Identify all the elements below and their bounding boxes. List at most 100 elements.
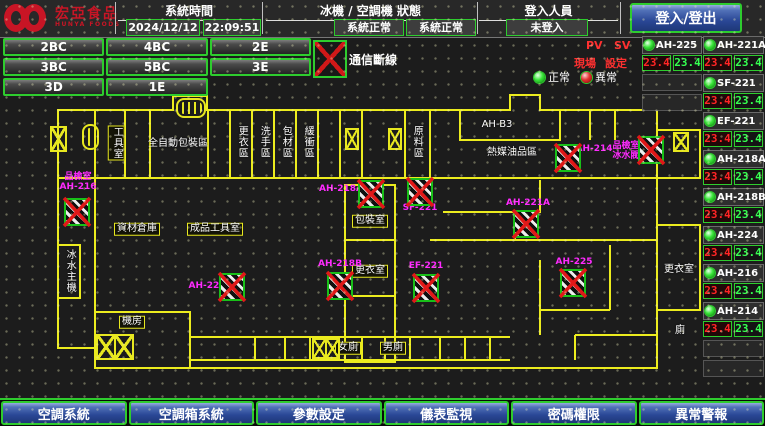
room-label: 更衣室 (664, 265, 694, 276)
logo-icon (4, 3, 50, 33)
ahu-fan-comm-loss-icon[interactable] (64, 198, 90, 226)
floor-button-5BC[interactable]: 5BC (106, 58, 207, 76)
abnormal-label: 異常 (595, 69, 617, 85)
status-lamp-icon (705, 78, 715, 88)
status-lamp-icon (705, 268, 715, 278)
device-name: AH-225 (656, 40, 697, 51)
room-label: 包裝室 (352, 215, 388, 228)
system-date-value: 2024/12/12 (126, 19, 200, 36)
floor-button-4BC[interactable]: 4BC (106, 38, 207, 56)
device-panel-AH-214[interactable]: AH-214 23.4 23.4 (703, 302, 764, 337)
ahu-fan-comm-loss-icon[interactable] (413, 274, 439, 302)
empty-panel (642, 74, 702, 91)
ahu-fan-comm-loss-icon[interactable] (513, 210, 539, 238)
floor-button-3BC[interactable]: 3BC (3, 58, 104, 76)
header-bar: 宏亞食品 HUNYA FOODS 系統時間 2024/12/12 22:09:5… (0, 0, 765, 38)
room-label: 冰水主機 (64, 249, 75, 293)
room-label: 男廁 (380, 342, 406, 355)
comm-loss-icon (313, 40, 347, 78)
ahu-fan-comm-loss-icon[interactable] (327, 272, 353, 300)
divider (262, 2, 263, 34)
empty-panel (642, 94, 702, 111)
device-label: AH-218A (319, 185, 363, 195)
device-panel-AH-221A[interactable]: AH-221A 23.4 23.4 (703, 36, 764, 71)
room-label: 熱媒油品區 (487, 148, 537, 159)
room-label: 更衣區 (236, 126, 247, 159)
device-label: AH-225 (555, 258, 592, 268)
ahu-fan-comm-loss-icon[interactable] (555, 144, 581, 172)
pv-value: 23.4 (703, 207, 732, 223)
legend-abnormal: 異常 (581, 69, 617, 85)
divider (115, 2, 116, 34)
divider (620, 2, 621, 34)
logo-subname: HUNYA FOODS (55, 22, 121, 29)
pv-value: 23.4 (703, 131, 732, 147)
device-name: AH-218A (717, 154, 765, 165)
device-panel-AH-216[interactable]: AH-216 23.4 23.4 (703, 264, 764, 299)
bottom-navigation: 空調系統空調箱系統參數設定儀表監視密碼權限異常警報 (0, 398, 765, 426)
sv-value: 23.4 (673, 55, 702, 71)
nav-button-儀表監視[interactable]: 儀表監視 (384, 401, 510, 425)
ahu-fan-comm-loss-icon[interactable] (219, 273, 245, 301)
device-label: 品檢室AH-216 (59, 173, 96, 193)
status-lamp-icon (705, 40, 715, 50)
room-label: 工具室 (108, 126, 125, 161)
nav-button-異常警報[interactable]: 異常警報 (639, 401, 765, 425)
sv-value: 23.4 (734, 55, 763, 71)
ahu-fan-comm-loss-icon[interactable] (638, 136, 664, 164)
empty-panel (703, 340, 764, 357)
floor-button-3D[interactable]: 3D (3, 78, 104, 96)
comm-loss-label: 通信斷線 (349, 51, 397, 68)
sv-value: 23.4 (734, 207, 763, 223)
floor-selector: 2BC4BC2E3BC5BC3E3D1E (3, 38, 311, 88)
device-panel-SF-221[interactable]: SF-221 23.4 23.4 (703, 74, 764, 109)
empty-panel (703, 360, 764, 377)
login-logout-button[interactable]: 登入/登出 (630, 3, 742, 33)
nav-button-密碼權限[interactable]: 密碼權限 (511, 401, 637, 425)
device-name: AH-216 (717, 268, 758, 279)
status-lamp-icon (705, 154, 715, 164)
floor-button-2E[interactable]: 2E (210, 38, 311, 56)
sv-value: 23.4 (734, 245, 763, 261)
stair-x-icon (673, 132, 689, 152)
nav-button-空調箱系統[interactable]: 空調箱系統 (129, 401, 255, 425)
stair-x-icon (50, 126, 67, 152)
floor-button-3E[interactable]: 3E (210, 58, 311, 76)
status-lamp-icon (644, 40, 654, 50)
device-panel-AH-218A[interactable]: AH-218A 23.4 23.4 (703, 150, 764, 185)
ahu-fan-comm-loss-icon[interactable] (560, 269, 586, 297)
nav-button-空調系統[interactable]: 空調系統 (1, 401, 127, 425)
nav-button-參數設定[interactable]: 參數設定 (256, 401, 382, 425)
status-lamp-icon (705, 306, 715, 316)
device-name: EF-221 (717, 116, 755, 127)
stair-x-icon (345, 128, 359, 150)
device-name: AH-221A (717, 40, 765, 51)
company-logo: 宏亞食品 HUNYA FOODS (4, 3, 121, 33)
chiller-status-value: 系統正常 (334, 19, 404, 36)
stair-x-icon (388, 128, 402, 150)
device-label: AH-221A (506, 199, 550, 209)
device-name: SF-221 (717, 78, 756, 89)
hmi-screen: 工具室全自動包裝區更衣區洗手區包材區緩衝區原料區AH-B3熱媒油品區資材倉庫成品… (0, 0, 765, 426)
stair-x-icon (312, 338, 340, 359)
room-label: 資材倉庫 (114, 223, 160, 236)
sv-value: 23.4 (734, 131, 763, 147)
room-label: 包材區 (280, 126, 291, 159)
sv-header-label: SV (614, 39, 630, 52)
stair-icon (176, 98, 206, 118)
ahu-fan-comm-loss-icon[interactable] (358, 180, 384, 208)
ahu-fan-comm-loss-icon[interactable] (407, 178, 433, 206)
pv-value: 23.4 (703, 93, 732, 109)
device-panel-AH-224[interactable]: AH-224 23.4 23.4 (703, 226, 764, 261)
device-panel-AH-218B[interactable]: AH-218B 23.4 23.4 (703, 188, 764, 223)
device-panel-AH-225[interactable]: AH-225 23.4 23.4 (642, 36, 702, 71)
pv-value: 23.4 (642, 55, 671, 71)
normal-label: 正常 (548, 69, 570, 85)
login-status-value: 未登入 (506, 19, 588, 36)
floor-button-2BC[interactable]: 2BC (3, 38, 104, 56)
device-list: AH-221A 23.4 23.4 SF-221 23.4 23.4 EF-22… (703, 36, 764, 380)
sv-value: 23.4 (734, 169, 763, 185)
ac-status-value: 系統正常 (406, 19, 476, 36)
device-panel-EF-221[interactable]: EF-221 23.4 23.4 (703, 112, 764, 147)
floor-button-1E[interactable]: 1E (106, 78, 207, 96)
